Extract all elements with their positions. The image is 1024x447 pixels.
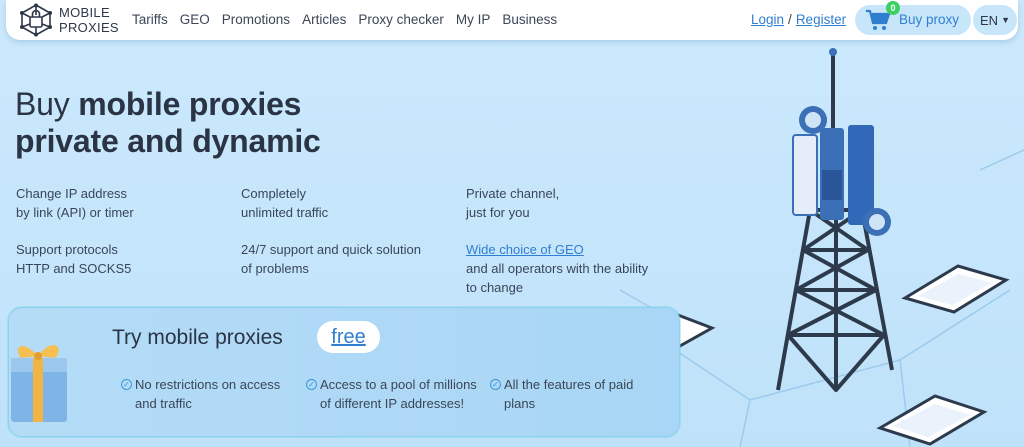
nav-business[interactable]: Business — [502, 12, 557, 27]
promo-title: Try mobile proxies — [112, 326, 283, 349]
hero-title-bold: mobile proxies — [78, 86, 302, 122]
free-trial-link[interactable]: free — [317, 321, 380, 353]
nav-promotions[interactable]: Promotions — [222, 12, 290, 27]
check-circle-icon: ✓ — [121, 379, 132, 390]
antenna-panels — [792, 125, 874, 225]
auth-links: Login / Register — [751, 12, 846, 27]
feature-line: just for you — [466, 205, 530, 220]
promo-point-line: Access to a pool of millions — [320, 377, 477, 392]
login-link[interactable]: Login — [751, 12, 784, 27]
feature-line: by link (API) or timer — [16, 205, 134, 220]
promo-point-line: plans — [504, 396, 536, 411]
free-trial-card: Try mobile proxies free ✓ No restriction… — [8, 307, 680, 437]
feature-line: unlimited traffic — [241, 205, 329, 220]
nav-my-ip[interactable]: My IP — [456, 12, 491, 27]
feature-line: Completely — [241, 186, 307, 201]
nav-proxy-checker[interactable]: Proxy checker — [358, 12, 444, 27]
promo-point-line: All the features of paid — [504, 377, 634, 392]
feature-line: Change IP address — [16, 186, 128, 201]
promo-point-line: and traffic — [135, 396, 192, 411]
check-circle-icon: ✓ — [490, 379, 501, 390]
language-selector[interactable]: EN ▼ — [973, 5, 1017, 35]
check-circle-icon: ✓ — [306, 379, 317, 390]
feature-line: and all operators with the ability — [466, 261, 649, 276]
promo-point-line: No restrictions on access — [135, 377, 281, 392]
buy-proxy-button[interactable]: 0 Buy proxy — [855, 1, 971, 35]
feature-change-ip: Change IP address by link (API) or timer — [16, 184, 226, 222]
logo-network-lock-icon — [20, 3, 52, 37]
feature-line: Private channel, — [466, 186, 560, 201]
top-navigation-bar: MOBILE PROXIES Tariffs GEO Promotions Ar… — [6, 0, 1018, 40]
hero-title-prefix: Buy — [15, 86, 79, 122]
logo-line-1: MOBILE — [59, 5, 110, 20]
phone-right-bottom — [876, 394, 988, 446]
feature-line: Support protocols — [16, 242, 118, 257]
buy-proxy-label: Buy proxy — [899, 12, 960, 27]
phone-right-top — [901, 264, 1010, 314]
feature-private-channel: Private channel, just for you — [466, 184, 676, 222]
feature-geo: Wide choice of GEO and all operators wit… — [466, 240, 676, 297]
promo-point-ip-pool: Access to a pool of millions of differen… — [320, 375, 477, 413]
logo-text: MOBILE PROXIES — [59, 5, 119, 35]
feature-protocols: Support protocols HTTP and SOCKS5 — [16, 240, 226, 278]
feature-line: to change — [466, 280, 524, 295]
auth-separator: / — [788, 12, 792, 27]
nav-geo[interactable]: GEO — [180, 12, 210, 27]
hero-title-line2: private and dynamic — [15, 123, 321, 159]
language-current: EN — [980, 12, 999, 28]
main-nav: Tariffs GEO Promotions Articles Proxy ch… — [132, 12, 569, 27]
chevron-down-icon: ▼ — [1001, 15, 1010, 25]
logo-line-2: PROXIES — [59, 20, 119, 35]
logo[interactable]: MOBILE PROXIES — [18, 3, 119, 37]
promo-point-paid-features: All the features of paid plans — [504, 375, 633, 413]
nav-tariffs[interactable]: Tariffs — [132, 12, 168, 27]
gift-box-icon — [11, 345, 67, 422]
feature-line: 24/7 support and quick solution — [241, 242, 421, 257]
feature-line: of problems — [241, 261, 309, 276]
feature-unlimited-traffic: Completely unlimited traffic — [241, 184, 451, 222]
cart-count-badge: 0 — [886, 1, 900, 15]
hero-title: Buy mobile proxies private and dynamic — [15, 86, 321, 160]
feature-line: HTTP and SOCKS5 — [16, 261, 132, 276]
feature-support: 24/7 support and quick solution of probl… — [241, 240, 451, 278]
promo-point-no-restrictions: No restrictions on access and traffic — [135, 375, 280, 413]
register-link[interactable]: Register — [796, 12, 846, 27]
geo-link[interactable]: Wide choice of GEO — [466, 242, 584, 257]
promo-point-line: of different IP addresses! — [320, 396, 465, 411]
nav-articles[interactable]: Articles — [302, 12, 346, 27]
